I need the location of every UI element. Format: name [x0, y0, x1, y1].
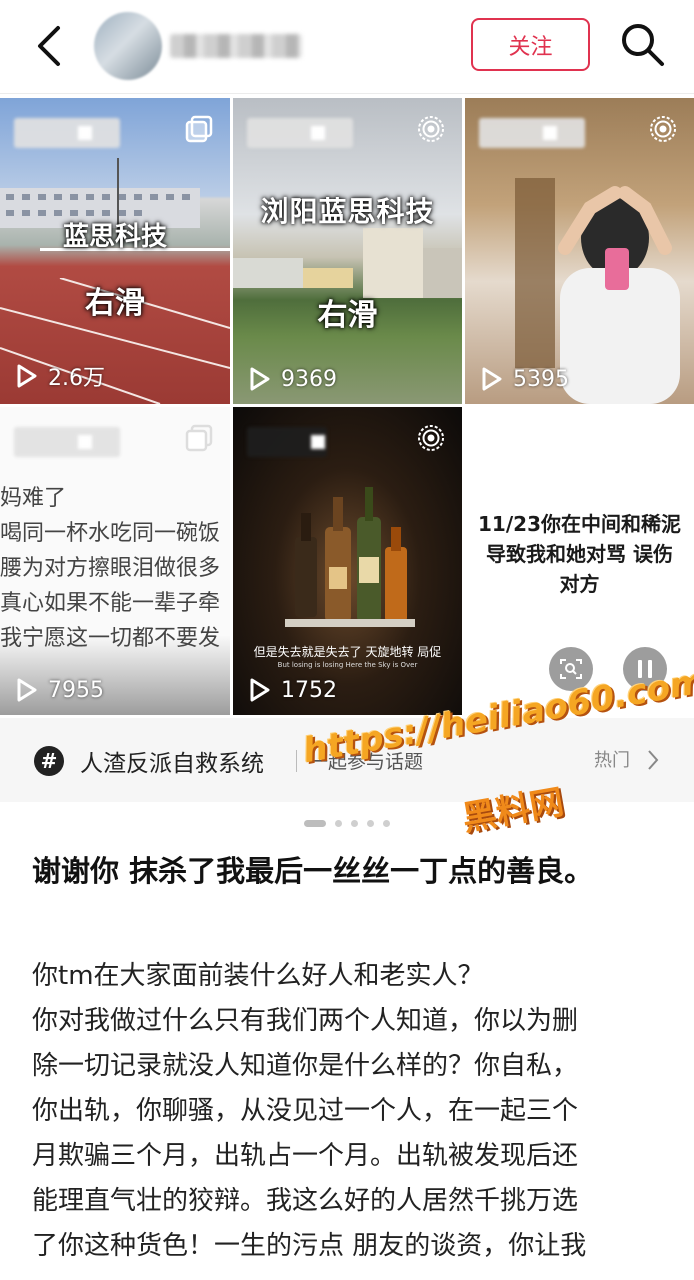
poem-line: 喝同一杯水吃同一碗饭 — [0, 521, 221, 546]
follow-button[interactable]: 关注 — [471, 18, 590, 71]
tile-text: 11/23你在中间和稀泥 导致我和她对骂 误伤 对方 — [465, 509, 694, 599]
blurred-tag — [247, 118, 353, 148]
poem-line: 妈难了 — [0, 486, 67, 511]
view-count: 5395 — [481, 366, 569, 392]
poem-text: 妈难了 喝同一杯水吃同一碗饭 腰为对方擦眼泪做很多 真心如果不能一辈子牵 我宁愿… — [0, 481, 230, 656]
overlay-text: 右滑 — [85, 286, 145, 321]
view-count: 2.6万 — [16, 360, 105, 392]
view-count-text: 9369 — [281, 366, 337, 392]
post-line: 能理直气壮的狡辩。我这么好的人居然千挑万选 — [32, 1186, 579, 1216]
bottles-illustration — [285, 487, 415, 627]
media-tile[interactable]: 妈难了 喝同一杯水吃同一碗饭 腰为对方擦眼泪做很多 真心如果不能一辈子牵 我宁愿… — [0, 407, 230, 715]
post-line: 月欺骗三个月，出轨占一个月。出轨被发现后还 — [32, 1141, 579, 1171]
shade-gradient — [0, 635, 230, 715]
play-icon — [250, 678, 270, 702]
view-count-text: 5395 — [513, 366, 569, 392]
post-title: 谢谢你 抹杀了我最后一丝丝一丁点的善良。 — [32, 854, 594, 888]
media-tile[interactable]: 蓝思科技 右滑 2.6万 — [0, 98, 230, 404]
media-grid: 蓝思科技 右滑 2.6万 浏阳蓝思科技 右滑 9369 5395 妈难了 喝同一… — [0, 98, 694, 715]
live-icon — [418, 116, 444, 142]
carousel-dot — [367, 820, 374, 827]
back-arrow-icon[interactable] — [30, 22, 70, 70]
view-count-text: 7955 — [48, 677, 104, 703]
view-count: 9369 — [249, 366, 337, 392]
post-line: 你tm在大家面前装什么好人和老实人？ — [32, 961, 484, 991]
image-caption: 但是失去就是失去了 天旋地转 局促 — [253, 645, 442, 659]
view-count-text: 2.6万 — [48, 366, 105, 391]
tile-text-line: 11/23你在中间和稀泥 — [478, 512, 681, 536]
blurred-tag — [247, 427, 327, 457]
post-line: 除一切记录就没人知道你是什么样的？你自私， — [32, 1051, 579, 1081]
blurred-tag — [479, 118, 585, 148]
carousel-indicator — [304, 820, 399, 827]
blurred-tag — [14, 427, 120, 457]
play-icon — [17, 364, 37, 388]
topic-name[interactable]: 人渣反派自救系统 — [80, 744, 264, 778]
gallery-icon — [185, 115, 213, 143]
overlay-text: 蓝思科技 — [62, 222, 167, 252]
gallery-icon — [185, 424, 213, 452]
top-bar: 关注 — [0, 0, 694, 94]
play-icon — [17, 678, 37, 702]
lens-icon — [560, 659, 582, 679]
avatar[interactable] — [94, 12, 162, 80]
view-count: 7955 — [16, 677, 104, 703]
image-caption-small: But losing is losing Here the Sky is Ove… — [277, 661, 418, 669]
poem-line: 腰为对方擦眼泪做很多 — [0, 556, 221, 581]
chevron-right-icon[interactable] — [646, 748, 660, 772]
carousel-dot-active — [304, 820, 326, 827]
media-tile[interactable]: 5395 — [465, 98, 694, 404]
view-count-text: 1752 — [281, 677, 337, 703]
live-icon — [650, 116, 676, 142]
search-icon[interactable] — [618, 20, 666, 68]
post-line: 你出轨，你聊骚，从没见过一个人，在一起三个 — [32, 1096, 579, 1126]
carousel-dot — [335, 820, 342, 827]
hashtag-icon: # — [34, 746, 64, 776]
carousel-dot — [351, 820, 358, 827]
post-body: 你tm在大家面前装什么好人和老实人？ 你对我做过什么只有我们两个人知道，你以为删… — [32, 954, 672, 1269]
overlay-text: 右滑 — [317, 298, 378, 333]
tile-text-line: 对方 — [559, 572, 600, 596]
post-line: 你对我做过什么只有我们两个人知道，你以为删 — [32, 1006, 579, 1036]
poem-line: 真心如果不能一辈子牵 — [0, 591, 221, 616]
blurred-tag — [14, 118, 120, 148]
topic-more-label: 热门 — [594, 750, 630, 771]
carousel-dot — [383, 820, 390, 827]
live-icon — [418, 425, 444, 451]
divider — [296, 750, 297, 772]
media-tile[interactable]: 浏阳蓝思科技 右滑 9369 — [233, 98, 462, 404]
post-line: 了你这种货色！一生的污点 朋友的谈资，你让我 — [32, 1231, 587, 1261]
overlay-text: 浏阳蓝思科技 — [260, 195, 435, 228]
username-blurred[interactable] — [170, 34, 302, 58]
play-icon — [482, 367, 502, 391]
play-icon — [250, 367, 270, 391]
media-tile[interactable]: 但是失去就是失去了 天旋地转 局促 But losing is losing H… — [233, 407, 462, 715]
view-count: 1752 — [249, 677, 337, 703]
tile-text-line: 导致我和她对骂 误伤 — [486, 542, 673, 566]
